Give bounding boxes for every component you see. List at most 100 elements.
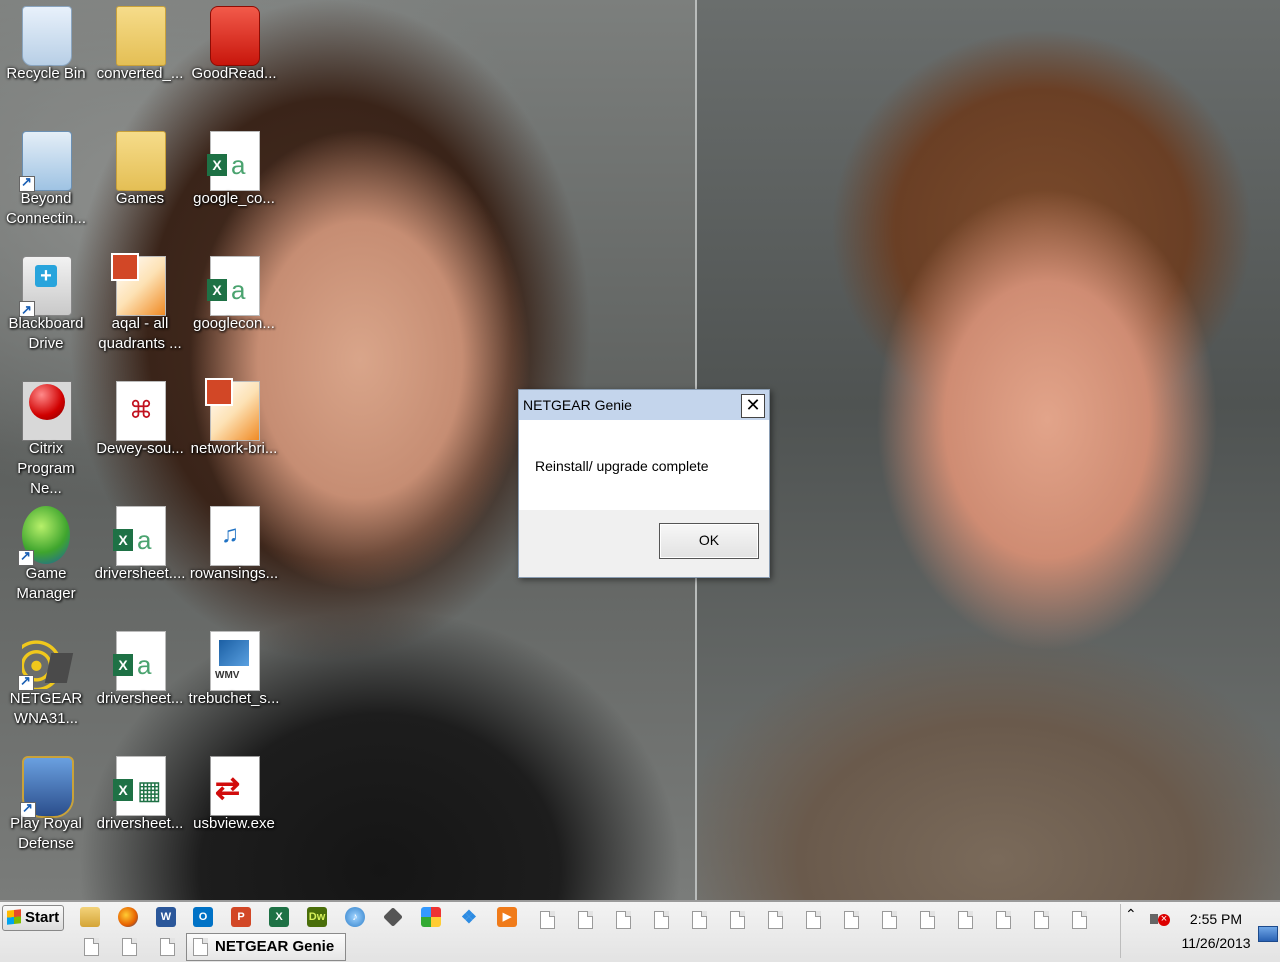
taskbar-window-button[interactable] <box>540 911 555 929</box>
taskbar-window-button[interactable] <box>84 938 99 956</box>
dialog-title-bar[interactable]: NETGEAR Genie ✕ <box>519 390 769 420</box>
dreamweaver-icon[interactable]: Dw <box>307 907 327 927</box>
desktop-icon-label: googlecon... <box>193 315 275 332</box>
desktop-icon-label: aqal - all quadrants ... <box>98 315 182 352</box>
media-player-icon[interactable]: ▶ <box>497 907 517 927</box>
desktop-icon-driversheet-3[interactable]: X ▦ driversheet... <box>94 750 186 862</box>
desktop-icon-label: trebuchet_s... <box>188 690 280 707</box>
taskbar-window-button[interactable] <box>160 938 175 956</box>
outlook-icon[interactable]: O <box>193 907 213 927</box>
desktop-icon-driversheet-1[interactable]: Xa driversheet.... <box>94 500 186 612</box>
taskbar-window-button[interactable] <box>768 911 783 929</box>
start-label: Start <box>25 909 60 926</box>
desktop-icon-netgear-wna[interactable]: NETGEAR WNA31... <box>0 625 92 737</box>
desktop-icon-google-co[interactable]: Xa google_co... <box>188 125 280 237</box>
ok-button[interactable]: OK <box>659 523 759 559</box>
recycle-bin-icon <box>22 6 72 66</box>
windows-logo-icon <box>7 909 21 925</box>
desktop-icon-recycle-bin[interactable]: Recycle Bin <box>0 0 92 112</box>
taskbar-window-button[interactable] <box>578 911 593 929</box>
firefox-icon[interactable] <box>118 907 138 927</box>
excel-file-icon: Xa <box>113 506 166 566</box>
clock-time[interactable]: 2:55 PM <box>1180 911 1252 927</box>
desktop-icon-label: Blackboard Drive <box>8 315 84 352</box>
powerpoint-file-icon <box>205 378 260 441</box>
tray-separator <box>1120 904 1121 958</box>
pdf-file-icon: ⌘ <box>116 381 166 441</box>
netgear-genie-dialog: NETGEAR Genie ✕ Reinstall/ upgrade compl… <box>518 389 770 578</box>
desktop-icon-trebuchet[interactable]: WMV trebuchet_s... <box>188 625 280 737</box>
desktop-icon-converted-folder[interactable]: converted_... <box>94 0 186 112</box>
taskbar-window-button[interactable] <box>996 911 1011 929</box>
desktop-icon-label: rowansings... <box>189 565 279 582</box>
desktop-icon-usbview[interactable]: ⇄ usbview.exe <box>188 750 280 862</box>
desktop-icon-label: Citrix Program Ne... <box>17 440 75 497</box>
desktop-icon-googlecon[interactable]: Xa googlecon... <box>188 250 280 362</box>
desktop-icon-label: driversheet... <box>96 815 184 832</box>
folder-icon <box>116 6 166 66</box>
game-manager-icon <box>18 506 70 566</box>
word-icon[interactable]: W <box>156 907 176 927</box>
desktop-icon-blackboard-drive[interactable]: + Blackboard Drive <box>0 250 92 362</box>
excel-file-icon: Xa <box>207 131 260 191</box>
netgear-wifi-icon <box>18 631 70 691</box>
excel-spreadsheet-icon: X ▦ <box>113 756 166 816</box>
volume-muted-icon[interactable] <box>1148 910 1170 928</box>
taskbar-window-button[interactable] <box>1072 911 1087 929</box>
desktop-icon-beyond-connecting[interactable]: Beyond Connectin... <box>0 125 92 237</box>
taskbar-window-button[interactable] <box>920 911 935 929</box>
taskbar-window-button[interactable] <box>806 911 821 929</box>
taskbar-window-button[interactable] <box>844 911 859 929</box>
royal-defense-icon <box>20 756 74 818</box>
taskbar-window-button[interactable] <box>692 911 707 929</box>
folder-icon <box>116 131 166 191</box>
start-button[interactable]: Start <box>2 905 64 931</box>
task-label: NETGEAR Genie <box>215 938 335 955</box>
show-desktop-icon[interactable] <box>1258 926 1278 942</box>
desktop-icon-games-folder[interactable]: Games <box>94 125 186 237</box>
dialog-body: Reinstall/ upgrade complete <box>519 420 769 510</box>
taskbar-window-button[interactable] <box>730 911 745 929</box>
dialog-close-button[interactable]: ✕ <box>741 394 765 418</box>
dialog-title: NETGEAR Genie <box>523 397 632 413</box>
beyond-connecting-icon <box>19 131 72 192</box>
desktop-icon-label: google_co... <box>193 190 275 207</box>
powerpoint-file-icon <box>111 253 166 316</box>
audio-file-icon: ♫ <box>210 506 260 566</box>
desktop-icon-driversheet-2[interactable]: Xa driversheet... <box>94 625 186 737</box>
dropbox-icon[interactable]: ❖ <box>459 907 479 927</box>
file-explorer-icon[interactable] <box>80 907 100 927</box>
taskbar: Start W O P X Dw ♪ ❖ ▶ NETGEAR Genie ⌃ 2… <box>0 900 1280 962</box>
desktop-icon-dewey[interactable]: ⌘ Dewey-sou... <box>94 375 186 487</box>
taskbar-window-button[interactable] <box>882 911 897 929</box>
excel-file-icon: Xa <box>207 256 260 316</box>
desktop-icon-label: Games <box>115 190 165 207</box>
photos-icon[interactable] <box>421 907 441 927</box>
taskbar-window-button[interactable] <box>1034 911 1049 929</box>
desktop-icon-label: NETGEAR WNA31... <box>9 690 83 727</box>
taskbar-window-button[interactable] <box>122 938 137 956</box>
desktop-icon-rowansings[interactable]: ♫ rowansings... <box>188 500 280 612</box>
powerpoint-icon[interactable]: P <box>231 907 251 927</box>
taskbar-task-netgear-genie[interactable]: NETGEAR Genie <box>186 933 346 961</box>
desktop-icon-goodreader[interactable]: GoodRead... <box>188 0 280 112</box>
blackboard-drive-icon: + <box>19 256 72 321</box>
taskbar-window-button[interactable] <box>616 911 631 929</box>
desktop-icon-game-manager[interactable]: Game Manager <box>0 500 92 612</box>
desktop-icon-citrix[interactable]: Citrix Program Ne... <box>0 375 92 497</box>
excel-icon[interactable]: X <box>269 907 289 927</box>
clock-date[interactable]: 11/26/2013 <box>1176 935 1256 951</box>
app-icon[interactable] <box>383 907 403 927</box>
desktop-icon-label: GoodRead... <box>191 65 277 82</box>
desktop-icon-label: usbview.exe <box>193 815 275 832</box>
desktop-icon-aqal[interactable]: aqal - all quadrants ... <box>94 250 186 362</box>
desktop-icon-label: network-bri... <box>190 440 278 457</box>
show-hidden-icons-icon[interactable]: ⌃ <box>1125 906 1137 923</box>
desktop-icon-label: driversheet... <box>96 690 184 707</box>
taskbar-window-button[interactable] <box>958 911 973 929</box>
itunes-icon[interactable]: ♪ <box>345 907 365 927</box>
taskbar-window-button[interactable] <box>654 911 669 929</box>
desktop-icon-royal-defense[interactable]: Play Royal Defense <box>0 750 92 862</box>
desktop-icon-network-bri[interactable]: network-bri... <box>188 375 280 487</box>
wmv-video-icon: WMV <box>210 631 260 691</box>
